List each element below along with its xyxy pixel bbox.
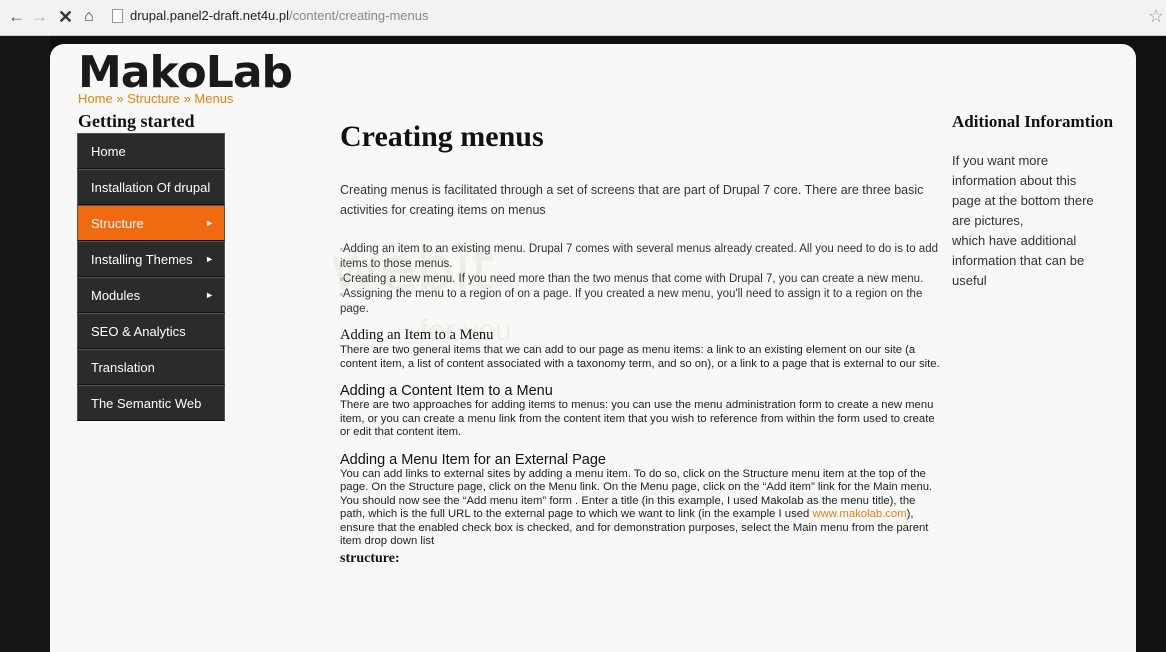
back-icon[interactable]: ← xyxy=(8,7,25,27)
section-heading: Adding a Content Item to a Menu xyxy=(340,383,553,399)
sidebar-item-label: The Semantic Web xyxy=(91,396,202,411)
sidebar-item-label: Translation xyxy=(91,360,155,375)
list-item-text: Assigning the menu to a region of on a p… xyxy=(340,288,923,315)
section-heading: Adding an Item to a Menu xyxy=(340,327,494,343)
aside-line: useful xyxy=(952,273,987,288)
sidebar-menu: Home Installation Of drupal Structure ► I… xyxy=(77,133,225,421)
sidebar-item-installation[interactable]: Installation Of drupal xyxy=(77,169,225,205)
sidebar-title: Getting started xyxy=(78,111,195,131)
aside-line: are pictures, xyxy=(952,213,1024,228)
aside-text: If you want more information about this … xyxy=(952,151,1117,291)
aside-panel: Aditional Inforamtion If you want more i… xyxy=(952,110,1117,291)
list-item-text: Adding an item to an existing menu. Drup… xyxy=(340,243,938,270)
sidebar-item-structure[interactable]: Structure ► xyxy=(77,205,225,241)
section-paragraph: There are two general items that we can … xyxy=(340,344,940,370)
submenu-arrow-icon: ► xyxy=(205,290,214,300)
list-item: ▫Creating a new menu. If you need more t… xyxy=(340,272,940,287)
breadcrumb-separator: » xyxy=(116,91,124,106)
page-icon xyxy=(112,9,123,23)
sidebar-item-modules[interactable]: Modules ► xyxy=(77,277,225,313)
browser-toolbar: ← → ✕ ⌂ drupal.panel2-draft.net4u.pl/con… xyxy=(0,0,1166,36)
section-paragraph: There are two approaches for adding item… xyxy=(340,399,935,438)
page-title: Creating menus xyxy=(340,120,544,153)
page-background xyxy=(0,36,50,652)
bookmark-star-icon[interactable]: ☆ xyxy=(1148,6,1164,27)
sidebar-item-translation[interactable]: Translation xyxy=(77,349,225,385)
forward-icon[interactable]: → xyxy=(31,7,48,27)
sidebar-item-label: Installing Themes xyxy=(91,252,193,267)
sidebar-item-label: Structure xyxy=(91,216,144,231)
breadcrumb-menus[interactable]: Menus xyxy=(194,91,233,106)
sidebar-item-home[interactable]: Home xyxy=(77,133,225,169)
url-text[interactable]: drupal.panel2-draft.net4u.pl/content/cre… xyxy=(130,8,428,23)
aside-line: which have additional xyxy=(952,233,1077,248)
sidebar-item-installing-themes[interactable]: Installing Themes ► xyxy=(77,241,225,277)
intro-paragraph: Creating menus is facilitated through a … xyxy=(340,183,924,217)
sidebar-item-label: Home xyxy=(91,144,126,159)
aside-line: information that can be xyxy=(952,253,1085,268)
structure-label: structure: xyxy=(340,550,400,566)
breadcrumb: Home » Structure » Menus xyxy=(78,91,233,106)
list-item: ▫Assigning the menu to a region of on a … xyxy=(340,287,940,317)
sidebar-item-label: Installation Of drupal xyxy=(91,180,211,195)
submenu-arrow-icon: ► xyxy=(205,218,214,228)
breadcrumb-home[interactable]: Home xyxy=(78,91,113,106)
page-container: MakoLab Home » Structure » Menus Getting… xyxy=(50,44,1136,652)
sidebar-item-label: Modules xyxy=(91,288,141,303)
section-paragraph: You can add links to external sites by a… xyxy=(340,468,940,549)
list-item: ▫Adding an item to an existing menu. Dru… xyxy=(340,242,940,272)
home-icon[interactable]: ⌂ xyxy=(84,7,94,27)
stop-icon[interactable]: ✕ xyxy=(58,7,73,27)
sidebar-item-seo[interactable]: SEO & Analytics xyxy=(77,313,225,349)
sidebar-item-semantic-web[interactable]: The Semantic Web xyxy=(77,385,225,421)
bullet-list: ▫Adding an item to an existing menu. Dru… xyxy=(340,242,940,317)
makolab-link[interactable]: www.makolab.com xyxy=(812,508,906,520)
breadcrumb-structure[interactable]: Structure xyxy=(127,91,180,106)
address-bar[interactable]: drupal.panel2-draft.net4u.pl/content/cre… xyxy=(112,6,1152,28)
url-path: /content/creating-menus xyxy=(289,8,429,23)
aside-title: Aditional Inforamtion xyxy=(952,112,1114,131)
aside-line: information about this xyxy=(952,173,1077,188)
sidebar-item-label: SEO & Analytics xyxy=(91,324,186,339)
main-content: Creating menus Creating menus is facilit… xyxy=(340,116,940,567)
aside-line: page at the bottom there xyxy=(952,193,1094,208)
section-heading: Adding a Menu Item for an External Page xyxy=(340,451,606,468)
breadcrumb-separator: » xyxy=(183,91,191,106)
aside-line: If you want more xyxy=(952,153,1049,168)
list-item-text: Creating a new menu. If you need more th… xyxy=(342,273,924,285)
submenu-arrow-icon: ► xyxy=(205,254,214,264)
url-host: drupal.panel2-draft.net4u.pl xyxy=(130,8,290,23)
